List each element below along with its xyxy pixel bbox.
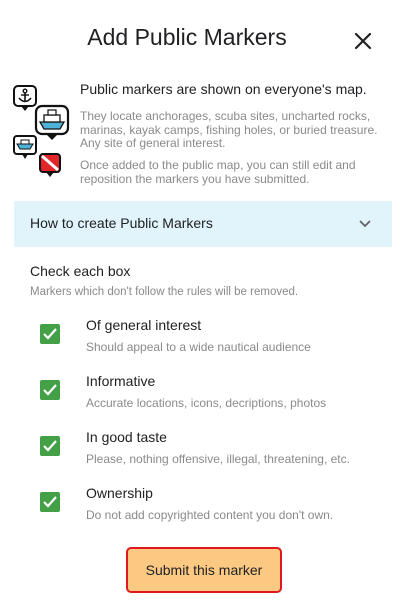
rule-ownership: Ownership Do not add copyrighted content… — [0, 485, 406, 535]
submit-button[interactable]: Submit this marker — [126, 547, 282, 593]
intro-edit-note: Once added to the public map, you can st… — [80, 158, 356, 186]
check-icon — [43, 384, 57, 396]
rule-good-taste: In good taste Please, nothing offensive,… — [0, 429, 406, 479]
check-icon — [43, 328, 57, 340]
rule-desc: Please, nothing offensive, illegal, thre… — [86, 452, 350, 466]
checkbox-good-taste[interactable] — [40, 436, 60, 456]
checkbox-ownership[interactable] — [40, 492, 60, 512]
anchor-icon — [13, 85, 37, 111]
rule-informative: Informative Accurate locations, icons, d… — [0, 373, 406, 423]
checklist-title: Check each box — [30, 263, 131, 279]
howto-label: How to create Public Markers — [30, 215, 213, 231]
rule-label: Ownership — [86, 485, 153, 501]
chevron-down-icon[interactable] — [358, 218, 372, 230]
checkbox-informative[interactable] — [40, 380, 60, 400]
marker-icons — [12, 84, 78, 178]
rule-desc: Should appeal to a wide nautical audienc… — [86, 340, 311, 354]
check-icon — [43, 496, 57, 508]
dialog-title: Add Public Markers — [87, 24, 287, 50]
checkbox-general-interest[interactable] — [40, 324, 60, 344]
rule-general-interest: Of general interest Should appeal to a w… — [0, 317, 406, 367]
boat-icon — [34, 104, 70, 140]
boat-ramp-icon — [13, 135, 37, 159]
dive-flag-icon — [39, 153, 61, 177]
rule-desc: Accurate locations, icons, decriptions, … — [86, 396, 327, 410]
intro-description: They locate anchorages, scuba sites, unc… — [80, 109, 378, 150]
check-icon — [43, 440, 57, 452]
rule-label: In good taste — [86, 429, 167, 445]
howto-expander[interactable]: How to create Public Markers — [14, 201, 392, 247]
checklist-subtitle: Markers which don't follow the rules wil… — [30, 286, 299, 298]
rule-label: Of general interest — [86, 317, 202, 333]
rule-label: Informative — [86, 373, 156, 389]
close-icon[interactable] — [352, 30, 374, 52]
rule-desc: Do not add copyrighted content you don't… — [86, 508, 334, 522]
intro-headline: Public markers are shown on everyone's m… — [80, 81, 367, 97]
